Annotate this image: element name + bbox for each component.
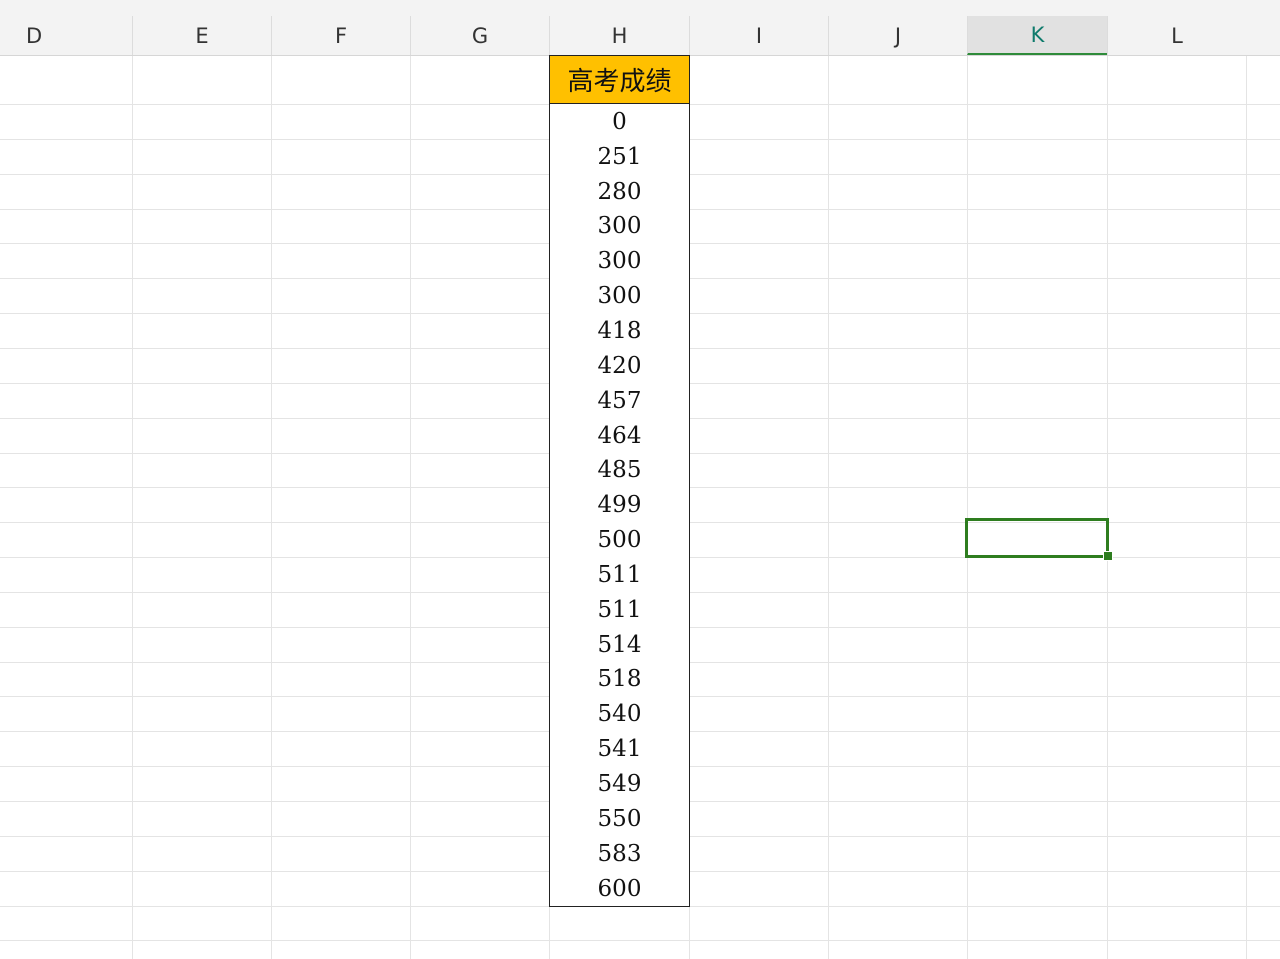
table-value-cell[interactable]: 251 [549,139,690,175]
table-value-cell[interactable]: 583 [549,836,690,872]
table-value-cell[interactable]: 457 [549,383,690,419]
fill-handle[interactable] [1103,551,1113,561]
table-value-cell[interactable]: 485 [549,453,690,488]
table-value-cell[interactable]: 418 [549,313,690,349]
table-value-cell[interactable]: 600 [549,871,690,907]
table-value-cell[interactable]: 464 [549,418,690,454]
table-value-cell[interactable]: 540 [549,696,690,732]
table-value-cell[interactable]: 300 [549,209,690,244]
spreadsheet-cells: 高考成绩 0 251 280 300 300 300 418 420 457 464 485 499 50… [0,0,1280,959]
selected-cell-k[interactable] [965,518,1109,558]
table-value-cell[interactable]: 550 [549,801,690,837]
table-value-cell[interactable]: 300 [549,278,690,314]
table-value-cell[interactable]: 499 [549,487,690,523]
table-value-cell[interactable]: 0 [549,104,690,140]
table-value-cell[interactable]: 511 [549,557,690,593]
table-value-cell[interactable]: 541 [549,731,690,767]
table-value-cell[interactable]: 549 [549,766,690,802]
table-value-cell[interactable]: 420 [549,348,690,384]
table-value-cell[interactable]: 300 [549,243,690,279]
table-value-cell[interactable]: 280 [549,174,690,210]
table-value-cell[interactable]: 500 [549,522,690,558]
table-header-cell[interactable]: 高考成绩 [549,55,690,104]
table-value-cell[interactable]: 511 [549,592,690,628]
table-value-cell[interactable]: 518 [549,662,690,697]
table-value-cell[interactable]: 514 [549,627,690,663]
